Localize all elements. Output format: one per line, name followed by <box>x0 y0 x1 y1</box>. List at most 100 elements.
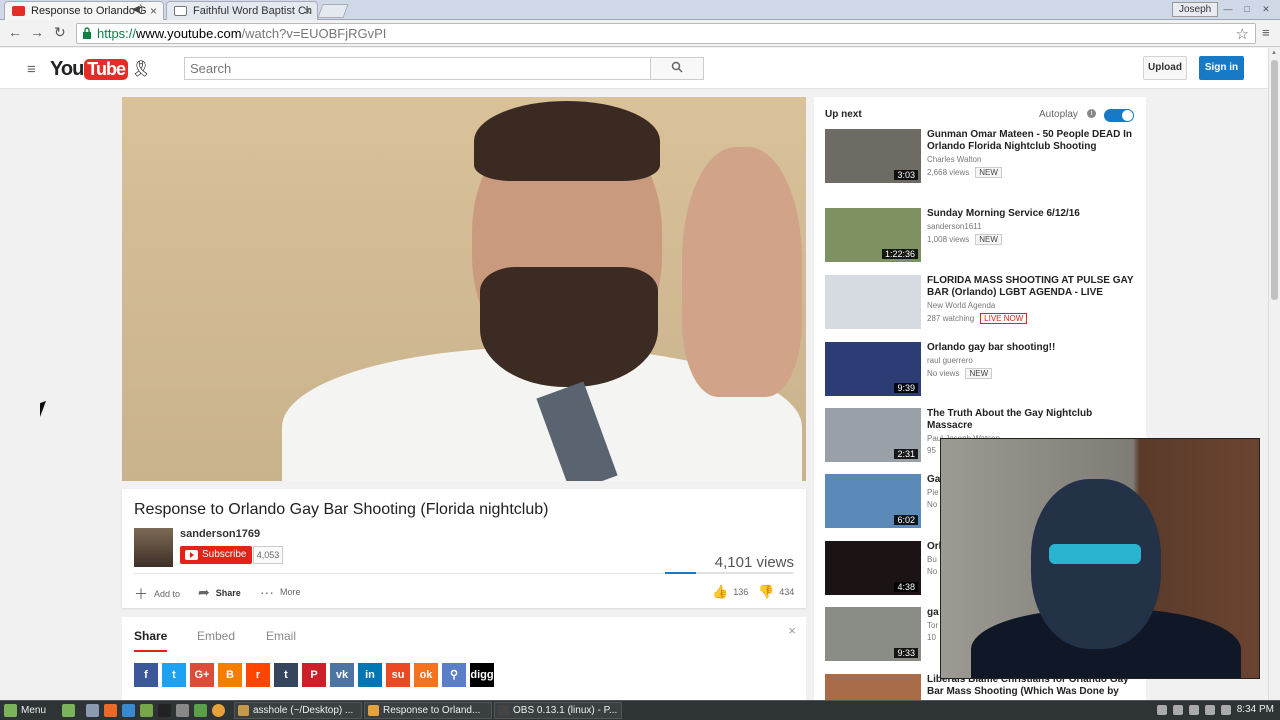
tab-youtube[interactable]: Response to Orlando G ◀) × <box>4 1 164 20</box>
network-icon[interactable] <box>1188 704 1199 715</box>
video-thumbnail[interactable] <box>825 275 921 329</box>
video-title-link[interactable]: The Truth About the Gay Nightclub Massac… <box>927 408 1135 432</box>
channel-name[interactable]: sanderson1769 <box>180 528 260 540</box>
like-ratio-bar <box>665 572 793 574</box>
video-thumbnail[interactable]: 9:33 <box>825 607 921 661</box>
vk-icon[interactable]: vk <box>330 663 354 687</box>
maximize-icon[interactable]: □ <box>1240 3 1254 15</box>
sign-in-button[interactable]: Sign in <box>1199 56 1244 80</box>
related-video-item[interactable]: 9:39 Orlando gay bar shooting!! raul guerr… <box>825 342 1135 398</box>
video-thumbnail[interactable]: 1:22:36 <box>825 208 921 262</box>
taskbar-item-chrome[interactable]: Response to Orland... <box>364 702 492 719</box>
back-icon[interactable]: ← <box>8 24 22 40</box>
digg-icon[interactable]: digg <box>470 663 494 687</box>
related-video-item[interactable]: 3:03 Gunman Omar Mateen - 50 People DEAD … <box>825 129 1135 185</box>
twitter-icon[interactable]: t <box>162 663 186 687</box>
pen-icon[interactable] <box>1172 704 1183 715</box>
user-icon[interactable] <box>1156 704 1167 715</box>
video-title-link[interactable]: Sunday Morning Service 6/12/16 <box>927 208 1135 220</box>
video-thumbnail[interactable]: 9:39 <box>825 342 921 396</box>
view-count: 4,101 views <box>714 554 794 571</box>
linkedin-icon[interactable]: in <box>358 663 382 687</box>
close-tab-icon[interactable]: × <box>150 4 157 18</box>
tab-faithful-word[interactable]: Faithful Word Baptist Ch × <box>166 1 318 20</box>
new-tab-button[interactable] <box>317 4 349 18</box>
battery-icon[interactable] <box>1220 704 1231 715</box>
tab-email[interactable]: Email <box>266 629 296 643</box>
info-icon[interactable]: i <box>1087 109 1096 118</box>
video-title-link[interactable]: Gunman Omar Mateen - 50 People DEAD In O… <box>927 129 1135 153</box>
video-title-link[interactable]: FLORIDA MASS SHOOTING AT PULSE GAY BAR (… <box>927 275 1135 299</box>
facebook-icon[interactable]: f <box>134 663 158 687</box>
add-to-button[interactable]: ＋ Add to <box>134 584 180 604</box>
video-title-link[interactable]: Orlando gay bar shooting!! <box>927 342 1135 354</box>
reload-icon[interactable]: ↻ <box>54 24 66 41</box>
search-input[interactable] <box>184 57 651 80</box>
launcher-icon[interactable] <box>122 704 135 717</box>
like-button[interactable]: 👍 136 <box>712 584 748 600</box>
close-share-icon[interactable]: × <box>788 623 796 638</box>
video-thumbnail[interactable]: 6:02 <box>825 474 921 528</box>
terminal-icon[interactable] <box>158 704 171 717</box>
tab-embed[interactable]: Embed <box>197 629 235 643</box>
video-thumbnail[interactable] <box>825 674 921 700</box>
channel-name[interactable]: New World Agenda <box>927 301 995 310</box>
new-badge: NEW <box>965 368 993 379</box>
related-video-item[interactable]: 1:22:36 Sunday Morning Service 6/12/16 san… <box>825 208 1135 264</box>
channel-avatar[interactable] <box>134 528 173 567</box>
address-bar[interactable]: https://www.youtube.com/watch?v=EUOBFjRG… <box>76 23 1256 44</box>
launcher-icon[interactable] <box>86 704 99 717</box>
video-player[interactable] <box>122 97 806 481</box>
reddit-icon[interactable]: r <box>246 663 270 687</box>
close-tab-icon[interactable]: × <box>304 4 311 18</box>
firefox-icon[interactable] <box>104 704 117 717</box>
profile-button[interactable]: Joseph <box>1172 2 1219 17</box>
video-thumbnail[interactable]: 3:03 <box>825 129 921 183</box>
link-icon[interactable]: ⚲ <box>442 663 466 687</box>
tumblr-icon[interactable]: t <box>274 663 298 687</box>
stumbleupon-icon[interactable]: su <box>386 663 410 687</box>
channel-name[interactable]: Charles Walton <box>927 155 981 164</box>
scroll-up-icon[interactable]: ▲ <box>1271 50 1277 56</box>
channel-name[interactable]: Bu <box>927 555 937 564</box>
guide-menu-icon[interactable]: ≡ <box>27 61 36 78</box>
youtube-logo[interactable]: You Tube 🎗 <box>50 57 151 81</box>
subscribe-button[interactable]: Subscribe <box>180 546 252 564</box>
google-plus-icon[interactable]: G+ <box>190 663 214 687</box>
taskbar-item-terminal[interactable]: asshole (~/Desktop) ... <box>234 702 362 719</box>
channel-name[interactable]: sanderson1611 <box>927 222 982 231</box>
start-menu-button[interactable]: Menu <box>4 704 46 717</box>
video-thumbnail[interactable]: 4:38 <box>825 541 921 595</box>
related-video-item[interactable]: FLORIDA MASS SHOOTING AT PULSE GAY BAR (… <box>825 275 1135 331</box>
show-desktop-icon[interactable] <box>62 704 75 717</box>
close-window-icon[interactable]: ✕ <box>1259 3 1273 15</box>
odnoklassniki-icon[interactable]: ok <box>414 663 438 687</box>
bookmark-star-icon[interactable]: ☆ <box>1236 25 1249 43</box>
upload-button[interactable]: Upload <box>1143 56 1187 80</box>
more-button[interactable]: ··· More <box>260 584 301 600</box>
share-button[interactable]: ➦ Share <box>198 584 241 601</box>
volume-icon[interactable] <box>1204 704 1215 715</box>
video-thumbnail[interactable]: 2:31 <box>825 408 921 462</box>
tab-share[interactable]: Share <box>134 629 168 652</box>
channel-name[interactable]: Pie <box>927 488 939 497</box>
forward-icon[interactable]: → <box>30 24 44 40</box>
channel-name[interactable]: raul guerrero <box>927 356 973 365</box>
channel-name[interactable]: Tor <box>927 621 938 630</box>
dislike-button[interactable]: 👎 434 <box>758 584 794 600</box>
scrollbar-thumb[interactable] <box>1271 60 1278 300</box>
blogger-icon[interactable]: B <box>218 663 242 687</box>
search-button[interactable] <box>650 57 704 80</box>
files-icon[interactable] <box>140 704 153 717</box>
launcher-icon[interactable] <box>176 704 189 717</box>
minimize-icon[interactable]: — <box>1221 3 1235 15</box>
launcher-icon[interactable] <box>194 704 207 717</box>
speaker-icon[interactable]: ◀) <box>132 4 143 15</box>
chrome-menu-icon[interactable]: ≡ <box>1262 25 1270 40</box>
pinterest-icon[interactable]: P <box>302 663 326 687</box>
page-scrollbar[interactable]: ▲ <box>1268 48 1280 700</box>
clock[interactable]: 8:34 PM <box>1237 704 1274 715</box>
taskbar-item-obs[interactable]: OBS 0.13.1 (linux) - P... <box>494 702 622 719</box>
autoplay-toggle[interactable] <box>1104 109 1134 122</box>
chrome-icon[interactable] <box>212 704 225 717</box>
